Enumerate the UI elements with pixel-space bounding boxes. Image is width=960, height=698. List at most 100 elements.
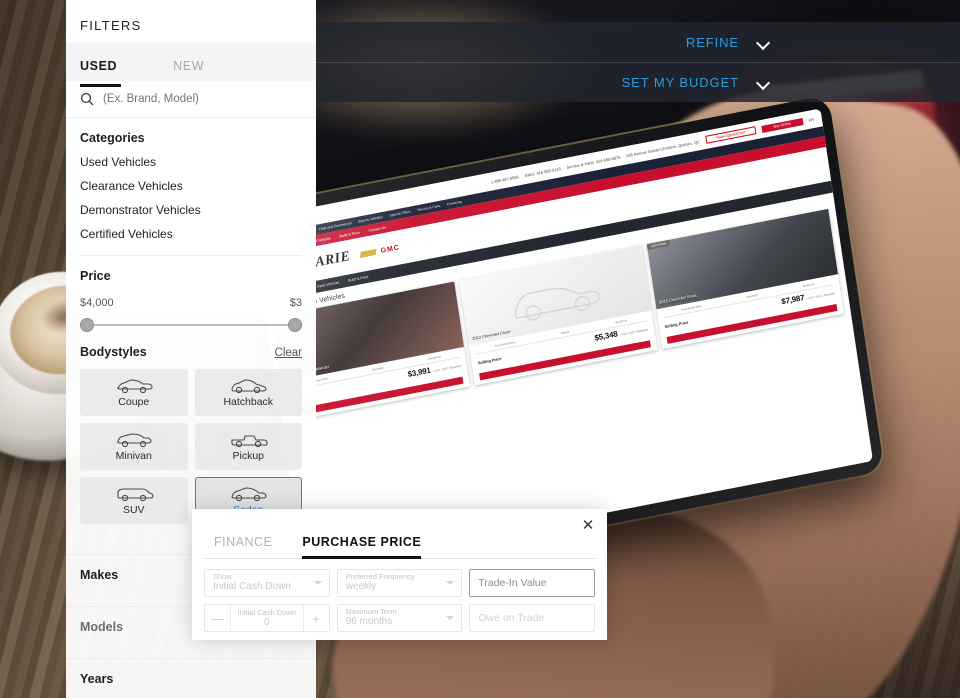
hatchback-icon: [231, 379, 267, 394]
price-max-label: $3: [289, 297, 302, 309]
tab-new[interactable]: NEW: [173, 59, 204, 83]
caret-down-icon[interactable]: [446, 581, 455, 585]
set-my-budget-label: SET MY BUDGET: [621, 75, 739, 90]
maximum-term-value: 96 months: [345, 616, 393, 628]
category-clearance-vehicles[interactable]: Clearance Vehicles: [80, 179, 302, 193]
bodystyles-section: Bodystyles Clear Coupe Hatchback Minivan…: [66, 332, 316, 524]
bodystyle-label: Pickup: [232, 450, 264, 462]
category-used-vehicles[interactable]: Used Vehicles: [80, 155, 302, 169]
price-values: $4,000 $3: [66, 283, 316, 309]
price-value: $5,348: [593, 328, 619, 343]
cash-down-stepper[interactable]: — Initial Cash Down 0 +: [204, 604, 330, 632]
frequency-select[interactable]: Preferred Frequency weekly: [336, 569, 463, 597]
tablet-nav-item: Financing: [446, 199, 462, 207]
tablet-subnav-item: Build & Price: [339, 230, 361, 239]
show-select-label: Show: [213, 572, 232, 582]
frequency-label: Preferred Frequency: [345, 572, 415, 582]
frequency-value: weekly: [345, 581, 377, 593]
tab-purchase-price[interactable]: PURCHASE PRICE: [302, 535, 422, 559]
tab-finance[interactable]: FINANCE: [214, 535, 272, 558]
filters-tabs: USED NEW: [66, 43, 316, 87]
sedan-icon: [231, 487, 267, 502]
price-label: Selling Price: [477, 355, 502, 365]
maximum-term-label: Maximum Term: [345, 607, 397, 617]
bodystyle-tile-pickup[interactable]: Pickup: [194, 423, 302, 470]
trade-in-value-field[interactable]: Trade-In Value: [469, 569, 595, 597]
categories-section: Categories Used Vehicles Clearance Vehic…: [66, 118, 316, 256]
set-my-budget-row[interactable]: SET MY BUDGET: [316, 62, 960, 102]
coupe-icon: [117, 379, 153, 394]
price-value: $7,987: [780, 292, 805, 306]
owe-on-trade-field[interactable]: Owe on Trade: [469, 604, 595, 632]
years-section: Years 2003 2020: [66, 634, 316, 698]
price-finance-note: + GST / QST | Biweekly: [805, 290, 836, 301]
years-values: 2003 2020: [66, 686, 316, 698]
bodystyle-tile-suv[interactable]: SUV: [80, 477, 188, 524]
bodystyle-tile-hatchback[interactable]: Hatchback: [194, 369, 302, 416]
cash-down-increment-button[interactable]: +: [302, 605, 329, 631]
years-title: Years: [80, 672, 114, 686]
minivan-icon: [117, 433, 152, 448]
finance-panel: ✕ FINANCE PURCHASE PRICE Show Initial Ca…: [192, 509, 607, 640]
caret-down-icon[interactable]: [446, 616, 455, 620]
price-value: $3,991: [407, 365, 432, 379]
price-finance-note: + GST / QST | Biweekly: [431, 363, 462, 373]
show-select-value: Initial Cash Down: [213, 581, 291, 593]
bodystyle-label: SUV: [122, 504, 145, 516]
chevrolet-badge-icon: [359, 248, 377, 259]
tablet-inventory-nav-item: Used Vehicles: [316, 280, 340, 289]
tablet-subnav-item: Contact Us: [368, 225, 387, 233]
show-select[interactable]: Show Initial Cash Down: [204, 569, 330, 597]
trade-in-value-placeholder: Trade-In Value: [478, 577, 547, 589]
caret-down-icon[interactable]: [313, 581, 322, 585]
bodystyle-label: Minivan: [115, 450, 152, 462]
price-label: Selling Price: [664, 319, 689, 329]
clear-bodystyles-link[interactable]: Clear: [275, 347, 302, 359]
chevron-down-icon[interactable]: [757, 76, 770, 89]
cash-down-value-area: Initial Cash Down 0: [231, 605, 303, 631]
price-title: Price: [80, 269, 111, 283]
cash-down-value: 0: [264, 617, 270, 628]
tablet-inventory-nav-item: Build & Price: [347, 274, 369, 283]
owe-on-trade-placeholder: Owe on Trade: [478, 612, 545, 624]
bodystyle-tile-minivan[interactable]: Minivan: [80, 423, 188, 470]
cash-down-decrement-button[interactable]: —: [205, 605, 231, 631]
refine-panel: REFINE SET MY BUDGET: [316, 22, 960, 102]
maximum-term-select[interactable]: Maximum Term 96 months: [336, 604, 463, 632]
price-slider-track: [86, 324, 296, 326]
price-slider[interactable]: [80, 318, 302, 332]
price-min-label: $4,000: [80, 297, 114, 309]
refine-row[interactable]: REFINE: [316, 22, 960, 62]
tablet-language-toggle: FR: [808, 116, 815, 123]
search-icon: [80, 92, 94, 106]
tab-used[interactable]: USED: [80, 59, 122, 87]
page-title: FILTERS: [80, 18, 142, 33]
cash-down-label: Initial Cash Down: [237, 608, 296, 617]
price-slider-min-handle[interactable]: [80, 318, 94, 332]
tablet-phone: 1 888 487-9548: [490, 173, 519, 185]
price-slider-max-handle[interactable]: [288, 318, 302, 332]
price-header: Price: [66, 256, 316, 283]
finance-fields: Show Initial Cash Down Preferred Frequen…: [192, 559, 607, 632]
bodystyle-tile-coupe[interactable]: Coupe: [80, 369, 188, 416]
price-section: Price $4,000 $3: [66, 256, 316, 332]
suv-icon: [117, 488, 154, 502]
search-input[interactable]: [103, 93, 283, 105]
category-certified-vehicles[interactable]: Certified Vehicles: [80, 227, 302, 241]
vehicle-spec: Manual: [561, 330, 570, 336]
vehicle-spec-label: Manual: [561, 330, 570, 336]
chevron-down-icon[interactable]: [757, 36, 770, 49]
bodystyles-title: Bodystyles: [80, 345, 147, 359]
filters-tabs-bar: USED NEW: [66, 43, 316, 87]
refine-label: REFINE: [685, 34, 739, 50]
bodystyles-header: Bodystyles Clear: [66, 332, 316, 359]
category-demonstrator-vehicles[interactable]: Demonstrator Vehicles: [80, 203, 302, 217]
tablet-sales-hours: Sales: 418 555-0123: [524, 165, 562, 178]
categories-title: Categories: [80, 131, 145, 145]
gmc-badge-label: GMC: [380, 243, 401, 255]
bodystyle-label: Hatchback: [223, 396, 274, 408]
pickup-icon: [231, 435, 268, 448]
finance-tabs: FINANCE PURCHASE PRICE: [192, 509, 607, 559]
brand-badges: GMC: [359, 243, 401, 259]
price-finance-note: + GST / QST | Biweekly: [618, 326, 649, 337]
